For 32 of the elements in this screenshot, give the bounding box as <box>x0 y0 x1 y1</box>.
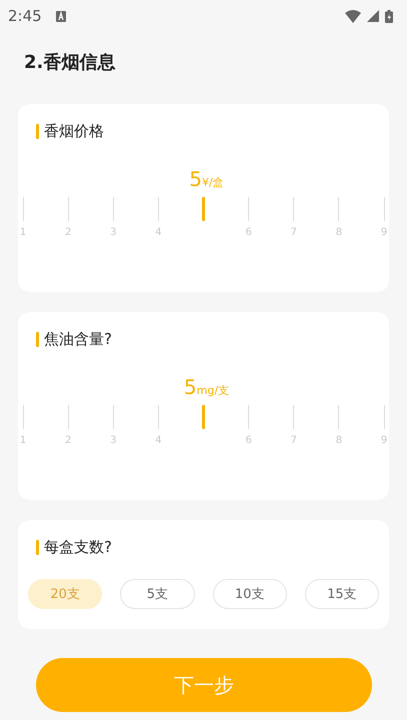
question-label: 焦油含量? <box>44 330 112 349</box>
ruler-tick[interactable] <box>22 405 24 429</box>
ruler-tick[interactable] <box>338 197 340 221</box>
question-label: 每盒支数? <box>44 538 112 557</box>
option-chip[interactable]: 10支 <box>212 579 287 609</box>
option-chip[interactable]: 5支 <box>120 579 194 609</box>
battery-icon <box>385 10 393 22</box>
selected-tick[interactable] <box>202 405 205 429</box>
ruler-tick[interactable] <box>293 405 294 429</box>
ruler-tick[interactable] <box>248 405 250 429</box>
notification-icon <box>56 10 66 22</box>
status-time: 2:45 <box>8 7 42 25</box>
option-chip[interactable]: 20支 <box>28 579 102 609</box>
ruler-reading[interactable]: 5 mg/支 <box>24 375 389 399</box>
next-button[interactable]: 下一步 <box>36 658 372 712</box>
ruler-tick[interactable] <box>112 405 114 429</box>
option-chip[interactable]: 15支 <box>304 579 379 609</box>
ruler-tick[interactable] <box>338 405 340 429</box>
ruler-tick[interactable] <box>158 197 159 221</box>
signal-icon <box>367 10 379 22</box>
ruler-tick[interactable] <box>22 197 24 221</box>
ruler-tick[interactable] <box>293 197 294 221</box>
ruler-tick[interactable] <box>158 405 159 429</box>
ruler-reading[interactable]: 5¥/盒 <box>24 167 389 191</box>
ruler-tick[interactable] <box>68 405 69 429</box>
ruler-tick[interactable] <box>68 197 69 221</box>
selected-tick[interactable] <box>202 197 205 221</box>
wifi-icon <box>345 10 361 22</box>
ruler-tick[interactable] <box>112 197 114 221</box>
section-title: 2.香烟信息 <box>23 51 116 75</box>
question-label: 香烟价格 <box>44 122 104 141</box>
ruler-tick[interactable] <box>248 197 250 221</box>
